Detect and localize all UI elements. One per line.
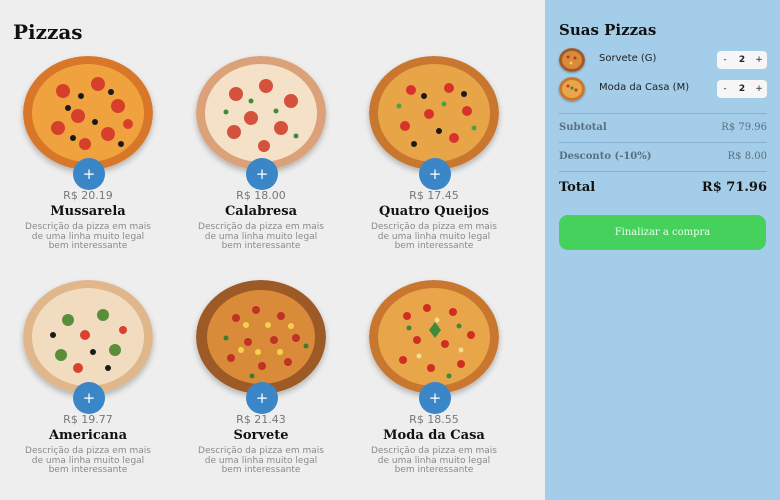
- add-to-cart-button[interactable]: +: [246, 158, 278, 190]
- total-value: R$ 71.96: [701, 180, 767, 195]
- increase-quantity-button[interactable]: +: [753, 51, 765, 69]
- subtotal-label: Subtotal: [559, 122, 607, 133]
- pizza-card-americana: + R$ 19.77 Americana Descrição da pizza …: [13, 280, 163, 490]
- pizza-price: R$ 20.19: [63, 189, 113, 202]
- quantity-value: 2: [738, 84, 746, 94]
- divider: [559, 171, 767, 172]
- pizza-description: Descrição da pizza em mais de uma linha …: [25, 222, 151, 251]
- quantity-stepper: - 2 +: [717, 51, 767, 69]
- add-to-cart-button[interactable]: +: [73, 382, 105, 414]
- pizza-card-calabresa: + R$ 18.00 Calabresa Descrição da pizza …: [186, 56, 336, 266]
- pizza-description: Descrição da pizza em mais de uma linha …: [25, 446, 151, 475]
- add-to-cart-button[interactable]: +: [73, 158, 105, 190]
- pizza-price: R$ 21.43: [236, 413, 286, 426]
- decrease-quantity-button[interactable]: -: [719, 51, 731, 69]
- pizza-image[interactable]: [196, 56, 326, 170]
- cart-item-thumbnail: [559, 48, 585, 72]
- cart-title: Suas Pizzas: [559, 21, 657, 39]
- increase-quantity-button[interactable]: +: [753, 80, 765, 98]
- pizza-card-quatro-queijos: + R$ 17.45 Quatro Queijos Descrição da p…: [359, 56, 509, 266]
- pizza-price: R$ 18.00: [236, 189, 286, 202]
- pizza-name: Quatro Queijos: [379, 204, 489, 219]
- discount-value: R$ 8.00: [727, 151, 767, 162]
- page-title: Pizzas: [13, 20, 83, 44]
- cart-item: Sorvete (G) - 2 +: [559, 48, 767, 74]
- quantity-value: 2: [738, 55, 746, 65]
- pizza-description: Descrição da pizza em mais de uma linha …: [198, 222, 324, 251]
- checkout-button[interactable]: Finalizar a compra: [559, 215, 766, 250]
- quantity-stepper: - 2 +: [717, 80, 767, 98]
- pizza-name: Moda da Casa: [383, 428, 485, 443]
- pizza-image[interactable]: [369, 56, 499, 170]
- total-label: Total: [559, 180, 596, 195]
- pizza-name: Americana: [48, 428, 128, 443]
- cart-item: Moda da Casa (M) - 2 +: [559, 77, 767, 103]
- pizza-price: R$ 17.45: [409, 189, 459, 202]
- pizza-image[interactable]: [23, 280, 153, 394]
- pizza-card-moda-da-casa: + R$ 18.55 Moda da Casa Descrição da piz…: [359, 280, 509, 490]
- pizza-name: Mussarela: [50, 204, 126, 219]
- add-to-cart-button[interactable]: +: [419, 382, 451, 414]
- cart-item-name: Moda da Casa (M): [599, 82, 690, 93]
- cart-panel: Suas Pizzas Sorvete (G) - 2 + Moda da Ca…: [545, 0, 780, 500]
- pizza-catalog: Pizzas + R$ 20.19 Mussarela Descrição da…: [0, 0, 545, 500]
- add-to-cart-button[interactable]: +: [419, 158, 451, 190]
- pizza-image[interactable]: [196, 280, 326, 394]
- decrease-quantity-button[interactable]: -: [719, 80, 731, 98]
- divider: [559, 142, 767, 143]
- pizza-description: Descrição da pizza em mais de uma linha …: [198, 446, 324, 475]
- add-to-cart-button[interactable]: +: [246, 382, 278, 414]
- pizza-card-sorvete: + R$ 21.43 Sorvete Descrição da pizza em…: [186, 280, 336, 490]
- pizza-price: R$ 19.77: [63, 413, 113, 426]
- pizza-description: Descrição da pizza em mais de uma linha …: [371, 446, 497, 475]
- pizza-image[interactable]: [23, 56, 153, 170]
- pizza-image[interactable]: [369, 280, 499, 394]
- pizza-card-mussarela: + R$ 20.19 Mussarela Descrição da pizza …: [13, 56, 163, 266]
- cart-item-thumbnail: [559, 77, 585, 101]
- subtotal-value: R$ 79.96: [721, 122, 767, 133]
- pizza-description: Descrição da pizza em mais de uma linha …: [371, 222, 497, 251]
- discount-label: Desconto (-10%): [559, 151, 652, 162]
- pizza-name: Sorvete: [233, 428, 289, 443]
- cart-item-name: Sorvete (G): [599, 53, 657, 64]
- pizza-name: Calabresa: [224, 204, 298, 219]
- divider: [559, 113, 767, 114]
- pizza-price: R$ 18.55: [409, 413, 459, 426]
